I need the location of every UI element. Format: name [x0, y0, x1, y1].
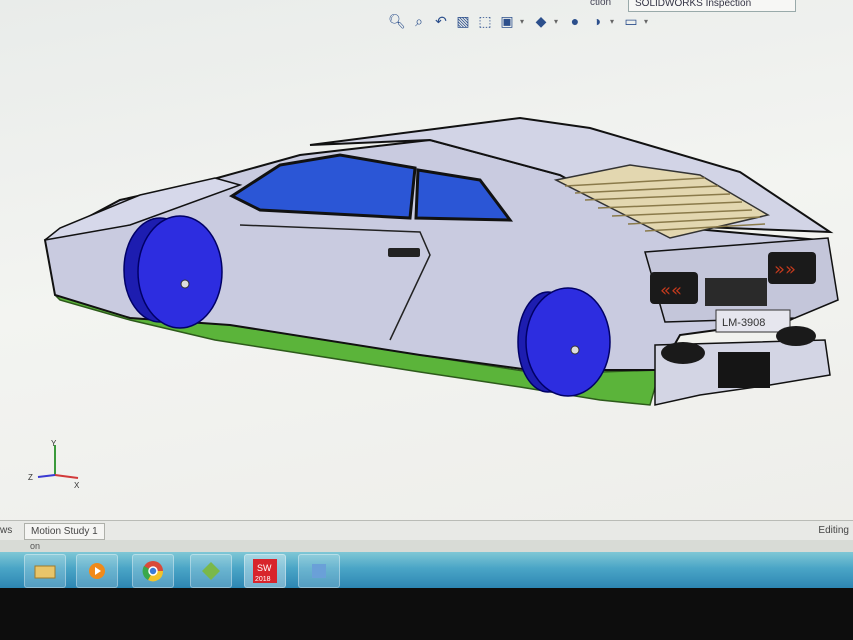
chrome-icon[interactable] [132, 554, 174, 588]
chevron-down-icon[interactable]: ▾ [520, 17, 528, 26]
hide-show-icon[interactable]: ◆ [532, 12, 550, 30]
window-front[interactable] [228, 153, 417, 220]
heads-up-view-toolbar: 🔍︎ ⌕ ↶ ▧ ⬚ ▣ ▾ ◆ ▾ ● ◑ ▾ ▭ ▾ [388, 8, 652, 34]
view-orientation-icon[interactable]: ⬚ [476, 12, 494, 30]
windows-taskbar: SW 2018 [0, 552, 853, 588]
chevron-down-icon[interactable]: ▾ [610, 17, 618, 26]
front-wheel-hub [180, 279, 190, 289]
door-handle[interactable] [388, 248, 420, 257]
zoom-area-icon[interactable]: ⌕ [410, 12, 428, 30]
apply-scene-icon[interactable]: ◑ [588, 12, 606, 30]
solidworks-inspection-tab[interactable]: SOLIDWORKS Inspection [628, 0, 796, 12]
previous-view-icon[interactable]: ↶ [432, 12, 450, 30]
triad-x-label: X [74, 481, 80, 490]
rear-wheel-hub [570, 345, 580, 355]
license-badge-text: LM-3908 [722, 317, 765, 329]
front-wheel[interactable] [137, 215, 223, 329]
display-style-icon[interactable]: ▣ [498, 12, 516, 30]
chevron-down-icon[interactable]: ▾ [644, 17, 652, 26]
rear-wheel[interactable] [525, 287, 611, 397]
screen: ction SOLIDWORKS Inspection 🔍︎ ⌕ ↶ ▧ ⬚ ▣… [0, 0, 853, 640]
file-explorer-icon[interactable] [24, 554, 66, 588]
svg-text:2018: 2018 [255, 576, 271, 583]
coordinate-triad: Y X Z [28, 439, 80, 490]
triad-y-label: Y [51, 439, 57, 448]
solidworks-icon[interactable]: SW 2018 [244, 554, 286, 588]
monitor-icon[interactable]: ▭ [622, 12, 640, 30]
license-recess [705, 278, 767, 306]
zoom-to-fit-icon[interactable]: 🔍︎ [388, 12, 406, 30]
exhaust-right [776, 326, 816, 346]
app-icon-2[interactable] [298, 554, 340, 588]
status-text: on [30, 541, 41, 551]
edit-appearance-icon[interactable]: ● [566, 12, 584, 30]
status-bar: on [0, 540, 853, 552]
motion-study-tab[interactable]: Motion Study 1 [24, 523, 105, 540]
taillight-right-chevrons: »» [774, 259, 796, 280]
chevron-down-icon[interactable]: ▾ [554, 17, 562, 26]
app-icon[interactable] [190, 554, 232, 588]
exhaust-left [661, 342, 705, 364]
bottom-tab-bar: ws Motion Study 1 Editing [0, 520, 853, 541]
monitor-bezel [0, 588, 853, 640]
section-view-icon[interactable]: ▧ [454, 12, 472, 30]
media-player-icon[interactable] [76, 554, 118, 588]
model-tab-partial[interactable]: ws [0, 525, 12, 536]
diffuser-dark [718, 352, 770, 388]
taillight-left-chevrons: «« [660, 280, 682, 301]
graphics-area[interactable]: «« »» LM-3908 Y X Z [0, 40, 853, 520]
triad-z-label: Z [28, 473, 33, 482]
editing-status: Editing [818, 525, 849, 536]
svg-text:SW: SW [257, 563, 272, 573]
